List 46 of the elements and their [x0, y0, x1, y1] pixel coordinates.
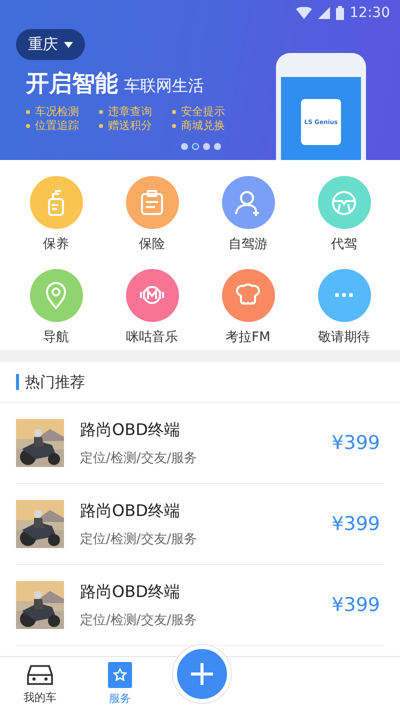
product-tags: 定位/检测/交友/服务: [80, 448, 332, 466]
service-label: 导航: [43, 328, 69, 346]
service-label: 保险: [139, 236, 165, 253]
more-icon: [335, 293, 353, 297]
product-price: ¥399: [332, 513, 380, 535]
product-name: 路尚OBD终端: [80, 500, 181, 522]
product-price: ¥399: [332, 432, 380, 454]
product-name: 路尚OBD终端: [80, 582, 181, 602]
feature-text: 安全提示: [172, 105, 245, 119]
product-row[interactable]: 路尚OBD终端 定位/检测/交友/服务 ¥399: [16, 403, 384, 484]
carousel-dot[interactable]: [181, 143, 188, 150]
feature-text: 商城兑换: [172, 119, 245, 133]
product-price: ¥399: [332, 594, 380, 616]
product-tags: 定位/检测/交友/服务: [80, 610, 332, 628]
caret-icon: [64, 42, 73, 48]
wifi-icon: [296, 7, 312, 19]
service-label: 考拉FM: [226, 328, 270, 346]
car-icon: [25, 663, 55, 687]
service-label: 咪咕音乐: [126, 328, 178, 346]
section-title: 热门推荐: [25, 372, 85, 392]
service-label: 自驾游: [228, 236, 268, 253]
product-tags: 定位/检测/交友/服务: [80, 530, 332, 548]
feature-text: 车况检测: [26, 105, 99, 119]
feature-text: 赠送积分: [99, 119, 172, 133]
clock: 12:30: [350, 5, 390, 21]
star-ticket-icon: [108, 662, 132, 688]
city-selector[interactable]: 重庆: [16, 29, 85, 60]
product-name: 路尚OBD终端: [80, 420, 181, 440]
plus-icon: [191, 663, 213, 685]
carousel-dot[interactable]: [192, 143, 199, 150]
service-label: 保养: [43, 236, 69, 253]
feature-text: 违章查询: [99, 105, 172, 119]
service-label: 敬请期待: [318, 328, 370, 346]
product-row[interactable]: 路尚OBD终端 定位/检测/交友/服务 ¥399: [16, 484, 384, 565]
banner-headline: 开启智能: [26, 70, 118, 99]
product-row[interactable]: 路尚OBD终端 定位/检测/交友/服务 ¥399: [16, 565, 384, 646]
battery-icon: [336, 6, 344, 20]
section-marker: [16, 374, 19, 390]
feature-text: 位置追踪: [26, 119, 99, 133]
signal-icon: [318, 7, 330, 19]
tab[interactable]: 我的车: [0, 657, 80, 711]
carousel-dot[interactable]: [214, 143, 221, 150]
banner-subline: 车联网生活: [124, 76, 204, 97]
service-label: 代驾: [331, 236, 357, 253]
add-button[interactable]: [173, 645, 231, 703]
carousel-dot[interactable]: [203, 143, 210, 150]
